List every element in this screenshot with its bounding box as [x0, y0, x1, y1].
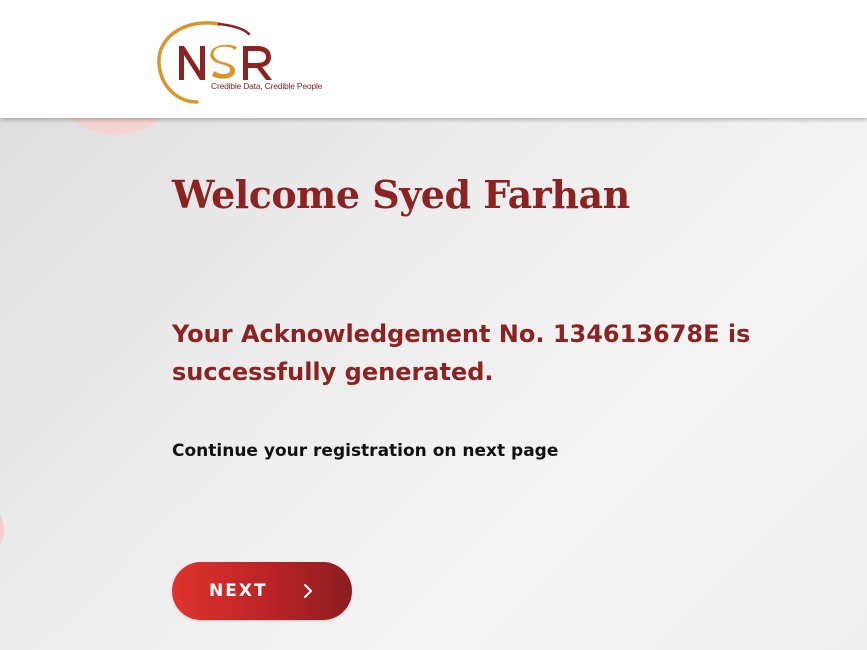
acknowledgement-message: Your Acknowledgement No. 134613678E is s… [172, 320, 751, 386]
continue-instruction: Continue your registration on next page [172, 441, 559, 461]
header-bar: Credible Data, Credible People [0, 0, 867, 118]
decorative-edge-circle [0, 510, 4, 550]
next-button[interactable]: NEXT [172, 562, 352, 620]
nsr-logo[interactable]: Credible Data, Credible People [157, 16, 347, 106]
next-button-label: NEXT [209, 581, 268, 601]
chevron-right-icon [304, 584, 312, 598]
logo-tagline: Credible Data, Credible People [211, 81, 323, 91]
nsr-logo-mark [157, 21, 272, 104]
welcome-heading: Welcome Syed Farhan [172, 172, 630, 217]
